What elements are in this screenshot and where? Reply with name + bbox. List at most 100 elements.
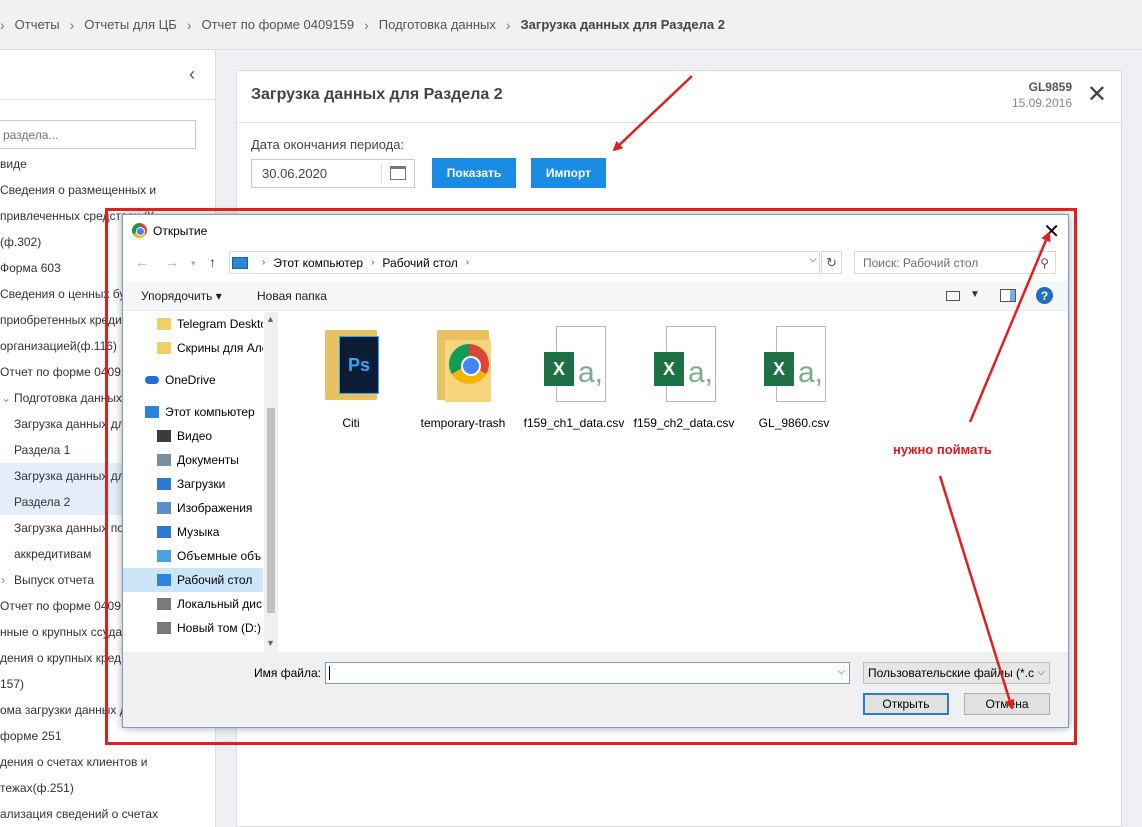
file-item[interactable]: temporary-trash: [408, 326, 518, 430]
refresh-icon[interactable]: ↻: [821, 251, 842, 274]
nav-item[interactable]: Документы: [123, 448, 263, 472]
nav-item[interactable]: Изображения: [123, 496, 263, 520]
nav-item-label: Новый том (D:): [177, 621, 261, 635]
filetype-select[interactable]: Пользовательские файлы (*.c ⌵: [863, 662, 1050, 684]
nav-item[interactable]: Локальный дис: [123, 592, 263, 616]
sidebar-search-input[interactable]: [0, 120, 196, 149]
address-segment-desktop[interactable]: Рабочий стол: [382, 256, 457, 270]
address-separator: ›: [371, 257, 375, 268]
sidebar-tree-item[interactable]: тежах(ф.251): [0, 775, 215, 801]
navpane-scrollbar[interactable]: ▲ ▼: [264, 312, 278, 652]
nav-item[interactable]: Объемные объ: [123, 544, 263, 568]
recent-dropdown-icon[interactable]: ▾: [191, 258, 196, 269]
panel-divider: [237, 122, 1123, 123]
download-icon: [157, 478, 171, 490]
nav-item[interactable]: Рабочий стол: [123, 568, 263, 592]
filename-dropdown-icon[interactable]: ⌵: [837, 666, 845, 677]
chevron-down-icon[interactable]: ⌄: [1, 385, 11, 411]
sidebar-tree-label: Подготовка данных: [14, 391, 123, 405]
period-label: Дата окончания периода:: [251, 137, 405, 152]
sidebar-tree-item[interactable]: Сведения о размещенных и: [0, 177, 215, 203]
address-separator: ›: [465, 257, 470, 268]
show-button[interactable]: Показать: [432, 158, 516, 188]
sidebar-divider: [0, 99, 215, 100]
dialog-navigation-row: ← → ▾ ↑ › Этот компьютер › Рабочий стол …: [123, 247, 1068, 279]
file-item[interactable]: Xa, f159_ch1_data.csv: [519, 326, 629, 430]
nav-item-label: Видео: [177, 429, 213, 443]
nav-item[interactable]: Видео: [123, 424, 263, 448]
breadcrumb: › Отчеты › Отчеты для ЦБ › Отчет по форме 040…: [0, 0, 1142, 50]
forward-arrow-icon[interactable]: →: [165, 254, 179, 270]
filetype-dropdown-icon[interactable]: ⌵: [1037, 667, 1045, 678]
sidebar-tree-label: приобретенных кредит: [0, 313, 128, 327]
nav-item-label: Изображения: [177, 501, 253, 515]
cancel-button[interactable]: Отмена: [964, 693, 1050, 715]
preview-pane-icon[interactable]: [1000, 289, 1016, 302]
filename-input[interactable]: ⌵: [325, 662, 850, 684]
address-segment-computer[interactable]: Этот компьютер: [273, 256, 363, 270]
dialog-close-icon[interactable]: ✕: [1043, 219, 1060, 244]
back-arrow-icon[interactable]: ←: [135, 254, 149, 270]
dialog-search-placeholder: Поиск: Рабочий стол: [863, 255, 979, 270]
organize-button[interactable]: Упорядочить ▾: [141, 289, 222, 303]
dialog-footer: Имя файла: ⌵ Пользовательские файлы (*.c…: [123, 652, 1068, 727]
sidebar-tree-label: Сведения о ценных бу: [0, 287, 126, 301]
sidebar-tree-label: 157): [0, 677, 25, 691]
computer-icon: [232, 256, 248, 269]
sidebar-tree-label: нные о крупных ссудах: [0, 625, 129, 639]
cloud-icon: [145, 376, 159, 384]
chrome-icon: [132, 223, 147, 238]
address-bar[interactable]: › Этот компьютер › Рабочий стол › ⌵: [229, 251, 820, 274]
chevron-right-icon[interactable]: ›: [1, 567, 5, 593]
nav-item[interactable]: Новый том (D:): [123, 616, 263, 640]
nav-item[interactable]: OneDrive: [123, 368, 263, 392]
file-name: GL_9860.csv: [758, 416, 830, 430]
open-button[interactable]: Открыть: [863, 693, 949, 715]
file-item[interactable]: Xa, f159_ch2_data.csv: [629, 326, 739, 430]
up-arrow-icon[interactable]: ↑: [209, 254, 216, 270]
view-dropdown-icon[interactable]: ▼: [970, 289, 980, 300]
dialog-search-input[interactable]: Поиск: Рабочий стол ⚲: [854, 251, 1056, 274]
scroll-down-icon[interactable]: ▼: [266, 638, 275, 648]
close-icon[interactable]: ✕: [1087, 83, 1107, 107]
view-icon[interactable]: [946, 291, 960, 301]
new-folder-button[interactable]: Новая папка: [257, 289, 327, 303]
breadcrumb-item[interactable]: Подготовка данных: [379, 17, 496, 32]
nav-item[interactable]: Загрузки: [123, 472, 263, 496]
scroll-thumb[interactable]: [267, 408, 275, 613]
sidebar-tree-item[interactable]: ализация сведений о счетах: [0, 801, 215, 827]
nav-item[interactable]: Музыка: [123, 520, 263, 544]
breadcrumb-item[interactable]: Отчеты: [15, 17, 60, 32]
file-item[interactable]: Ps Citi: [296, 326, 406, 430]
breadcrumb-item[interactable]: Отчет по форме 0409159: [201, 17, 354, 32]
music-icon: [157, 526, 171, 538]
calendar-icon[interactable]: [390, 166, 406, 180]
dialog-command-bar: Упорядочить ▾ Новая папка ▼ ?: [123, 281, 1068, 311]
sidebar-tree-label: Сведения о размещенных и: [0, 183, 157, 197]
sidebar-tree-item[interactable]: дения о счетах клиентов и: [0, 749, 215, 775]
nav-item[interactable]: Скрины для Але: [123, 336, 263, 360]
nav-item-label: Загрузки: [177, 477, 226, 491]
nav-item[interactable]: Этот компьютер: [123, 400, 263, 424]
nav-item-label: Объемные объ: [177, 549, 262, 563]
period-date-input[interactable]: 30.06.2020: [251, 159, 415, 188]
file-item[interactable]: Xa, GL_9860.csv: [739, 326, 849, 430]
video-icon: [157, 430, 171, 442]
sidebar-tree-label: Загрузка данных дл: [14, 469, 125, 483]
breadcrumb-item[interactable]: Отчеты для ЦБ: [84, 17, 177, 32]
collapse-sidebar-icon[interactable]: ‹: [189, 64, 195, 85]
nav-item-label: Рабочий стол: [177, 573, 253, 587]
filetype-value: Пользовательские файлы (*.c: [868, 666, 1035, 680]
help-icon[interactable]: ?: [1036, 287, 1053, 304]
import-button[interactable]: Импорт: [531, 158, 606, 188]
sidebar-tree-item[interactable]: виде: [0, 151, 215, 177]
sidebar-tree-label: аккредитивам: [14, 547, 92, 561]
address-dropdown-icon[interactable]: ⌵: [809, 254, 817, 265]
file-name: f159_ch1_data.csv: [523, 416, 625, 430]
breadcrumb-separator: ›: [186, 16, 192, 33]
drive-icon: [157, 622, 171, 634]
nav-item[interactable]: Telegram Desktop: [123, 312, 263, 336]
sidebar-tree-label: Отчет по форме 04091: [0, 365, 128, 379]
scroll-up-icon[interactable]: ▲: [266, 314, 275, 324]
annotation-note: нужно поймать: [893, 442, 992, 457]
